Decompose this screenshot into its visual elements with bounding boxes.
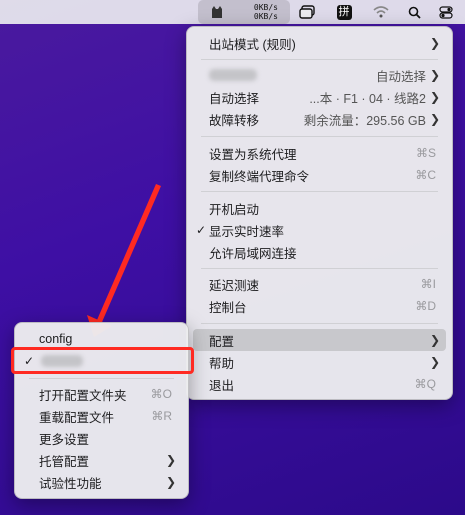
- help-item[interactable]: 帮助 ❯: [193, 351, 446, 373]
- redacted-group-name: [209, 69, 257, 81]
- experimental-features-item[interactable]: 试验性功能 ❯: [21, 471, 182, 493]
- chevron-right-icon: ❯: [429, 90, 440, 104]
- clashx-status-item[interactable]: 0KB/s 0KB/s: [198, 0, 290, 24]
- chevron-right-icon: ❯: [429, 355, 440, 369]
- chevron-right-icon: ❯: [429, 68, 440, 82]
- quit-item[interactable]: 退出 ⌘Q: [193, 373, 446, 395]
- open-config-folder-item[interactable]: 打开配置文件夹 ⌘O: [21, 383, 182, 405]
- failover-item[interactable]: 故障转移 剩余流量：295.56 GB ❯: [193, 108, 446, 130]
- config-item[interactable]: 配置 ❯: [193, 329, 446, 351]
- chevron-right-icon: ❯: [165, 453, 176, 467]
- latency-test-item[interactable]: 延迟测速 ⌘I: [193, 273, 446, 295]
- input-method-icon[interactable]: 拼: [334, 0, 354, 24]
- outbound-mode-item[interactable]: 出站模式 (规则) ❯: [193, 32, 446, 54]
- separator: [201, 191, 438, 192]
- clashx-main-menu: 出站模式 (规则) ❯ 自动选择 ❯ 自动选择 ...本 · F1 · 04 ·…: [186, 26, 453, 400]
- show-realtime-speed-item[interactable]: ✓ 显示实时速率: [193, 219, 446, 241]
- separator: [201, 323, 438, 324]
- menu-bar: 0KB/s 0KB/s 拼: [0, 0, 465, 24]
- console-item[interactable]: 控制台 ⌘D: [193, 295, 446, 317]
- launch-at-login-item[interactable]: 开机启动: [193, 197, 446, 219]
- set-system-proxy-item[interactable]: 设置为系统代理 ⌘S: [193, 142, 446, 164]
- wifi-icon[interactable]: [370, 0, 392, 24]
- spotlight-search-icon[interactable]: [404, 0, 424, 24]
- allow-lan-item[interactable]: 允许局域网连接: [193, 241, 446, 263]
- auto-select-item[interactable]: 自动选择 ...本 · F1 · 04 · 线路2 ❯: [193, 86, 446, 108]
- window-switcher-icon[interactable]: [296, 0, 318, 24]
- proxy-group-item[interactable]: 自动选择 ❯: [193, 64, 446, 86]
- cat-icon: [212, 6, 222, 18]
- separator: [201, 59, 438, 60]
- copy-terminal-command-item[interactable]: 复制终端代理命令 ⌘C: [193, 164, 446, 186]
- reload-config-item[interactable]: 重载配置文件 ⌘R: [21, 405, 182, 427]
- chevron-right-icon: ❯: [429, 333, 440, 347]
- managed-config-item[interactable]: 托管配置 ❯: [21, 449, 182, 471]
- chevron-right-icon: ❯: [429, 112, 440, 126]
- annotation-highlight-box: [11, 347, 194, 374]
- upload-speed: 0KB/s: [253, 3, 278, 12]
- more-settings-item[interactable]: 更多设置: [21, 427, 182, 449]
- checkmark-icon: ✓: [196, 223, 207, 237]
- separator: [29, 378, 174, 379]
- control-center-icon[interactable]: [436, 0, 456, 24]
- separator: [201, 268, 438, 269]
- chevron-right-icon: ❯: [165, 475, 176, 489]
- separator: [201, 136, 438, 137]
- download-speed: 0KB/s: [253, 12, 278, 21]
- chevron-right-icon: ❯: [429, 36, 440, 50]
